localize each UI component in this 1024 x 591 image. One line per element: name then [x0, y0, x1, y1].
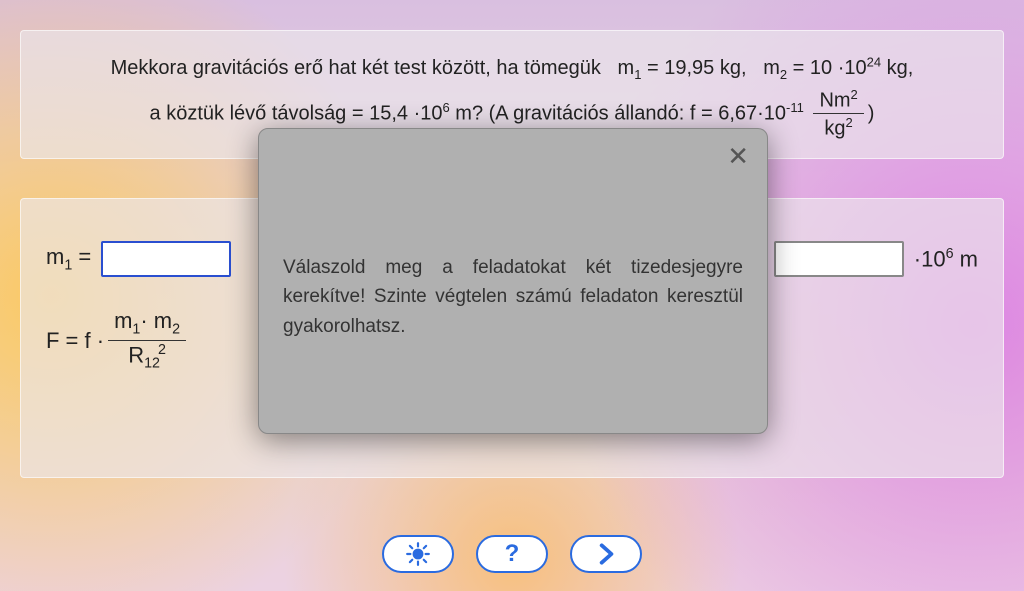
formula-den-exp: 2 — [158, 342, 166, 358]
problem-line-1: Mekkora gravitációs erő hat két test köz… — [49, 49, 975, 88]
formula-num-m1: m — [114, 308, 132, 333]
m1-input-row: m1 = — [46, 241, 231, 277]
next-button[interactable] — [570, 535, 642, 573]
m2-exponent: 24 — [867, 54, 881, 69]
frac-num-exp: 2 — [851, 87, 858, 102]
formula-den-r: R — [128, 342, 144, 367]
m2-value-b: kg, — [881, 57, 913, 79]
formula-row: F = f · m1· m2 R122 — [46, 309, 190, 373]
info-modal: ✕ Válaszold meg a feladatokat két tizede… — [258, 128, 768, 434]
close-icon[interactable]: ✕ — [727, 143, 749, 169]
frac-den-exp: 2 — [846, 115, 853, 130]
help-button[interactable]: ? — [476, 535, 548, 573]
r12-unit-b: m — [954, 246, 978, 271]
formula-prefix: F = f · — [46, 328, 104, 354]
r12-input[interactable] — [774, 241, 904, 277]
m1-equals: = — [72, 244, 91, 269]
formula-fraction: m1· m2 R122 — [108, 309, 186, 373]
chevron-right-icon — [593, 541, 619, 567]
f-exponent: -11 — [786, 99, 804, 114]
m1-value: = 19,95 kg, — [641, 57, 746, 79]
r12-input-row: ·106 m — [774, 241, 978, 277]
modal-text: Válaszold meg a feladatokat két tizedesj… — [283, 253, 743, 341]
m1-symbol: m — [618, 57, 635, 79]
m2-value-a: = 10 ·10 — [787, 57, 867, 79]
formula-den-sub: 12 — [144, 356, 160, 372]
r12-unit-exp: 6 — [946, 246, 954, 262]
m1-input[interactable] — [101, 241, 231, 277]
question-icon: ? — [505, 540, 520, 568]
formula-num-mid: · m — [140, 308, 172, 333]
problem-text: Mekkora gravitációs erő hat két test köz… — [111, 57, 601, 79]
paren-close: ) — [868, 102, 875, 124]
formula-num-sub2: 2 — [172, 321, 180, 337]
r12-unit-a: ·10 — [914, 246, 946, 271]
distance-text: a köztük lévő távolság = 15,4 ·10 — [150, 102, 443, 124]
constant-text: m? (A gravitációs állandó: f = 6,67·10 — [450, 102, 786, 124]
lightbulb-icon — [405, 541, 431, 567]
m2-symbol: m — [763, 57, 780, 79]
frac-den: kg — [824, 118, 845, 140]
m1-answer-symbol: m — [46, 244, 64, 269]
distance-exponent: 6 — [443, 99, 450, 114]
unit-fraction: Nm2 kg2 — [813, 88, 863, 140]
frac-num: Nm — [819, 89, 850, 111]
hint-button[interactable] — [382, 535, 454, 573]
button-bar: ? — [0, 535, 1024, 573]
